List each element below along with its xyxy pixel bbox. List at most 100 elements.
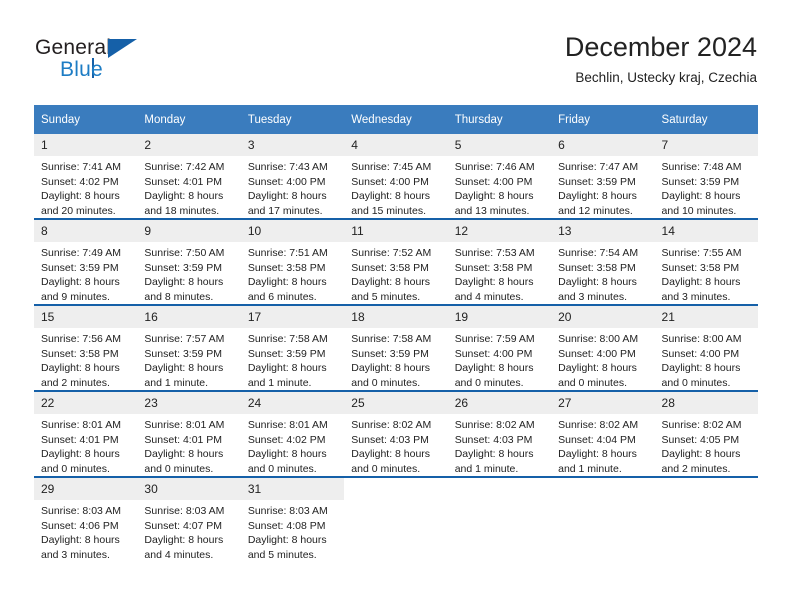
calendar-day-cell[interactable]: 15 Sunrise: 7:56 AM Sunset: 3:58 PM Dayligh… bbox=[34, 304, 138, 391]
day-number: 6 bbox=[551, 134, 655, 156]
sunrise-text: Sunrise: 8:03 AM bbox=[247, 505, 328, 517]
calendar-day-cell[interactable]: 5 Sunrise: 7:46 AM Sunset: 4:00 PM Daylight… bbox=[447, 134, 552, 219]
calendar-day-cell[interactable]: 19 Sunrise: 7:59 AM Sunset: 4:00 PM Dayligh… bbox=[447, 304, 552, 391]
sunrise-text: Sunrise: 8:03 AM bbox=[144, 505, 225, 517]
day-number: 30 bbox=[137, 478, 241, 500]
sunrise-text: Sunrise: 8:02 AM bbox=[558, 419, 639, 431]
daylight-text-line2: and 5 minutes. bbox=[351, 290, 421, 303]
sunset-text: Sunset: 4:03 PM bbox=[351, 433, 429, 446]
sunrise-text: Sunrise: 7:56 AM bbox=[41, 333, 121, 345]
day-details: Sunrise: 7:53 AM Sunset: 3:58 PM Daylight:… bbox=[448, 242, 551, 304]
calendar-day-cell[interactable]: 3 Sunrise: 7:43 AM Sunset: 4:00 PM Daylight… bbox=[240, 134, 345, 219]
day-details: Sunrise: 8:03 AM Sunset: 4:06 PM Daylight:… bbox=[34, 500, 137, 562]
sunset-text: Sunset: 4:08 PM bbox=[247, 519, 326, 532]
day-details: Sunrise: 7:41 AM Sunset: 4:02 PM Daylight:… bbox=[34, 156, 137, 218]
calendar-week-row: 15 Sunrise: 7:56 AM Sunset: 3:58 PM Dayligh… bbox=[34, 304, 758, 391]
calendar-day-cell[interactable]: 29 Sunrise: 8:03 AM Sunset: 4:06 PM Dayligh… bbox=[34, 476, 138, 562]
day-number: 13 bbox=[551, 220, 655, 242]
daylight-text-line1: Daylight: 8 hours bbox=[247, 362, 327, 374]
weekday-header-wednesday: Wednesday bbox=[344, 105, 448, 134]
day-number: 3 bbox=[240, 134, 345, 156]
day-details bbox=[655, 500, 758, 562]
sunrise-text: Sunrise: 7:54 AM bbox=[558, 247, 639, 259]
calendar-day-cell[interactable]: 28 Sunrise: 8:02 AM Sunset: 4:05 PM Dayligh… bbox=[654, 390, 758, 477]
day-number: 10 bbox=[240, 220, 345, 242]
daylight-text-line2: and 3 minutes. bbox=[41, 548, 110, 561]
sunrise-text: Sunrise: 8:01 AM bbox=[144, 419, 225, 431]
day-details: Sunrise: 7:46 AM Sunset: 4:00 PM Daylight:… bbox=[448, 156, 551, 218]
calendar-day-cell[interactable]: 10 Sunrise: 7:51 AM Sunset: 3:58 PM Dayligh… bbox=[240, 218, 345, 305]
calendar-day-cell[interactable]: 22 Sunrise: 8:01 AM Sunset: 4:01 PM Dayligh… bbox=[34, 390, 138, 477]
brand-logo[interactable]: General Blue bbox=[35, 36, 225, 88]
calendar-day-cell[interactable]: 9 Sunrise: 7:50 AM Sunset: 3:59 PM Daylight… bbox=[137, 218, 241, 305]
calendar-page: General Blue December 2024 Bechlin, Uste… bbox=[0, 0, 792, 612]
daylight-text-line2: and 1 minute. bbox=[454, 462, 519, 475]
sunrise-text: Sunrise: 7:45 AM bbox=[351, 161, 432, 173]
day-number: 18 bbox=[344, 306, 448, 328]
day-details: Sunrise: 7:51 AM Sunset: 3:58 PM Daylight:… bbox=[241, 242, 344, 304]
page-title: December 2024 bbox=[564, 32, 757, 62]
calendar-day-cell[interactable]: 2 Sunrise: 7:42 AM Sunset: 4:01 PM Daylight… bbox=[137, 134, 241, 219]
calendar-day-cell[interactable]: 6 Sunrise: 7:47 AM Sunset: 3:59 PM Daylight… bbox=[551, 134, 655, 219]
sunset-text: Sunset: 4:04 PM bbox=[558, 433, 636, 446]
calendar-day-cell[interactable]: 20 Sunrise: 8:00 AM Sunset: 4:00 PM Dayligh… bbox=[551, 304, 655, 391]
day-details: Sunrise: 8:03 AM Sunset: 4:07 PM Daylight:… bbox=[137, 500, 240, 562]
sunrise-text: Sunrise: 7:50 AM bbox=[144, 247, 225, 259]
day-details: Sunrise: 7:42 AM Sunset: 4:01 PM Daylight:… bbox=[137, 156, 240, 218]
daylight-text-line1: Daylight: 8 hours bbox=[661, 190, 741, 202]
calendar-day-cell-empty bbox=[344, 476, 448, 562]
day-details: Sunrise: 7:48 AM Sunset: 3:59 PM Daylight:… bbox=[655, 156, 758, 218]
sunset-text: Sunset: 4:02 PM bbox=[41, 175, 119, 188]
daylight-text-line2: and 0 minutes. bbox=[661, 376, 731, 389]
sunset-text: Sunset: 3:59 PM bbox=[661, 175, 740, 188]
sunrise-text: Sunrise: 7:42 AM bbox=[144, 161, 225, 173]
daylight-text-line2: and 0 minutes. bbox=[454, 376, 524, 389]
daylight-text-line2: and 12 minutes. bbox=[558, 204, 633, 217]
calendar-day-cell[interactable]: 12 Sunrise: 7:53 AM Sunset: 3:58 PM Dayligh… bbox=[447, 218, 552, 305]
daylight-text-line1: Daylight: 8 hours bbox=[41, 448, 120, 460]
day-details: Sunrise: 7:45 AM Sunset: 4:00 PM Daylight:… bbox=[344, 156, 447, 218]
daylight-text-line2: and 3 minutes. bbox=[661, 290, 731, 303]
calendar-day-cell[interactable]: 30 Sunrise: 8:03 AM Sunset: 4:07 PM Dayligh… bbox=[137, 476, 241, 562]
sunset-text: Sunset: 4:01 PM bbox=[41, 433, 119, 446]
sunset-text: Sunset: 3:59 PM bbox=[41, 261, 119, 274]
calendar-day-cell[interactable]: 13 Sunrise: 7:54 AM Sunset: 3:58 PM Dayligh… bbox=[551, 218, 655, 305]
calendar-day-cell[interactable]: 25 Sunrise: 8:02 AM Sunset: 4:03 PM Dayligh… bbox=[344, 390, 448, 477]
calendar-day-cell[interactable]: 21 Sunrise: 8:00 AM Sunset: 4:00 PM Dayligh… bbox=[654, 304, 758, 391]
sunrise-text: Sunrise: 8:02 AM bbox=[454, 419, 535, 431]
sunrise-text: Sunrise: 7:58 AM bbox=[247, 333, 328, 345]
sunset-text: Sunset: 4:00 PM bbox=[351, 175, 429, 188]
daylight-text-line2: and 15 minutes. bbox=[351, 204, 426, 217]
calendar-day-cell[interactable]: 26 Sunrise: 8:02 AM Sunset: 4:03 PM Dayligh… bbox=[447, 390, 552, 477]
daylight-text-line2: and 6 minutes. bbox=[247, 290, 317, 303]
daylight-text-line2: and 9 minutes. bbox=[41, 290, 110, 303]
calendar-day-cell[interactable]: 8 Sunrise: 7:49 AM Sunset: 3:59 PM Daylight… bbox=[34, 218, 138, 305]
daylight-text-line1: Daylight: 8 hours bbox=[558, 190, 637, 202]
sunrise-text: Sunrise: 7:48 AM bbox=[661, 161, 742, 173]
sunrise-text: Sunrise: 7:43 AM bbox=[247, 161, 328, 173]
calendar-day-cell[interactable]: 27 Sunrise: 8:02 AM Sunset: 4:04 PM Dayligh… bbox=[551, 390, 655, 477]
calendar-day-cell[interactable]: 17 Sunrise: 7:58 AM Sunset: 3:59 PM Dayligh… bbox=[240, 304, 345, 391]
calendar-day-cell[interactable]: 14 Sunrise: 7:55 AM Sunset: 3:58 PM Dayligh… bbox=[654, 218, 758, 305]
day-details: Sunrise: 7:57 AM Sunset: 3:59 PM Daylight:… bbox=[137, 328, 240, 390]
calendar-day-cell[interactable]: 18 Sunrise: 7:58 AM Sunset: 3:59 PM Dayligh… bbox=[344, 304, 448, 391]
sunrise-text: Sunrise: 7:59 AM bbox=[454, 333, 535, 345]
daylight-text-line1: Daylight: 8 hours bbox=[144, 276, 224, 288]
calendar-day-cell[interactable]: 4 Sunrise: 7:45 AM Sunset: 4:00 PM Daylight… bbox=[344, 134, 448, 219]
calendar-day-cell[interactable]: 24 Sunrise: 8:01 AM Sunset: 4:02 PM Dayligh… bbox=[240, 390, 345, 477]
day-number: 5 bbox=[447, 134, 552, 156]
sunset-text: Sunset: 3:58 PM bbox=[558, 261, 636, 274]
calendar-day-cell[interactable]: 1 Sunrise: 7:41 AM Sunset: 4:02 PM Daylight… bbox=[34, 134, 138, 219]
weekday-header-saturday: Saturday bbox=[654, 105, 758, 134]
daylight-text-line2: and 8 minutes. bbox=[144, 290, 214, 303]
sunrise-text: Sunrise: 8:02 AM bbox=[661, 419, 742, 431]
calendar-day-cell[interactable]: 23 Sunrise: 8:01 AM Sunset: 4:01 PM Dayligh… bbox=[137, 390, 241, 477]
calendar-day-cell[interactable]: 31 Sunrise: 8:03 AM Sunset: 4:08 PM Dayligh… bbox=[240, 476, 345, 562]
daylight-text-line2: and 0 minutes. bbox=[351, 376, 421, 389]
calendar-day-cell[interactable]: 7 Sunrise: 7:48 AM Sunset: 3:59 PM Daylight… bbox=[654, 134, 758, 219]
sunset-text: Sunset: 4:00 PM bbox=[454, 175, 533, 188]
daylight-text-line2: and 2 minutes. bbox=[661, 462, 731, 475]
calendar-day-cell[interactable]: 16 Sunrise: 7:57 AM Sunset: 3:59 PM Dayligh… bbox=[137, 304, 241, 391]
calendar-day-cell[interactable]: 11 Sunrise: 7:52 AM Sunset: 3:58 PM Dayligh… bbox=[344, 218, 448, 305]
daylight-text-line2: and 0 minutes. bbox=[558, 376, 627, 389]
